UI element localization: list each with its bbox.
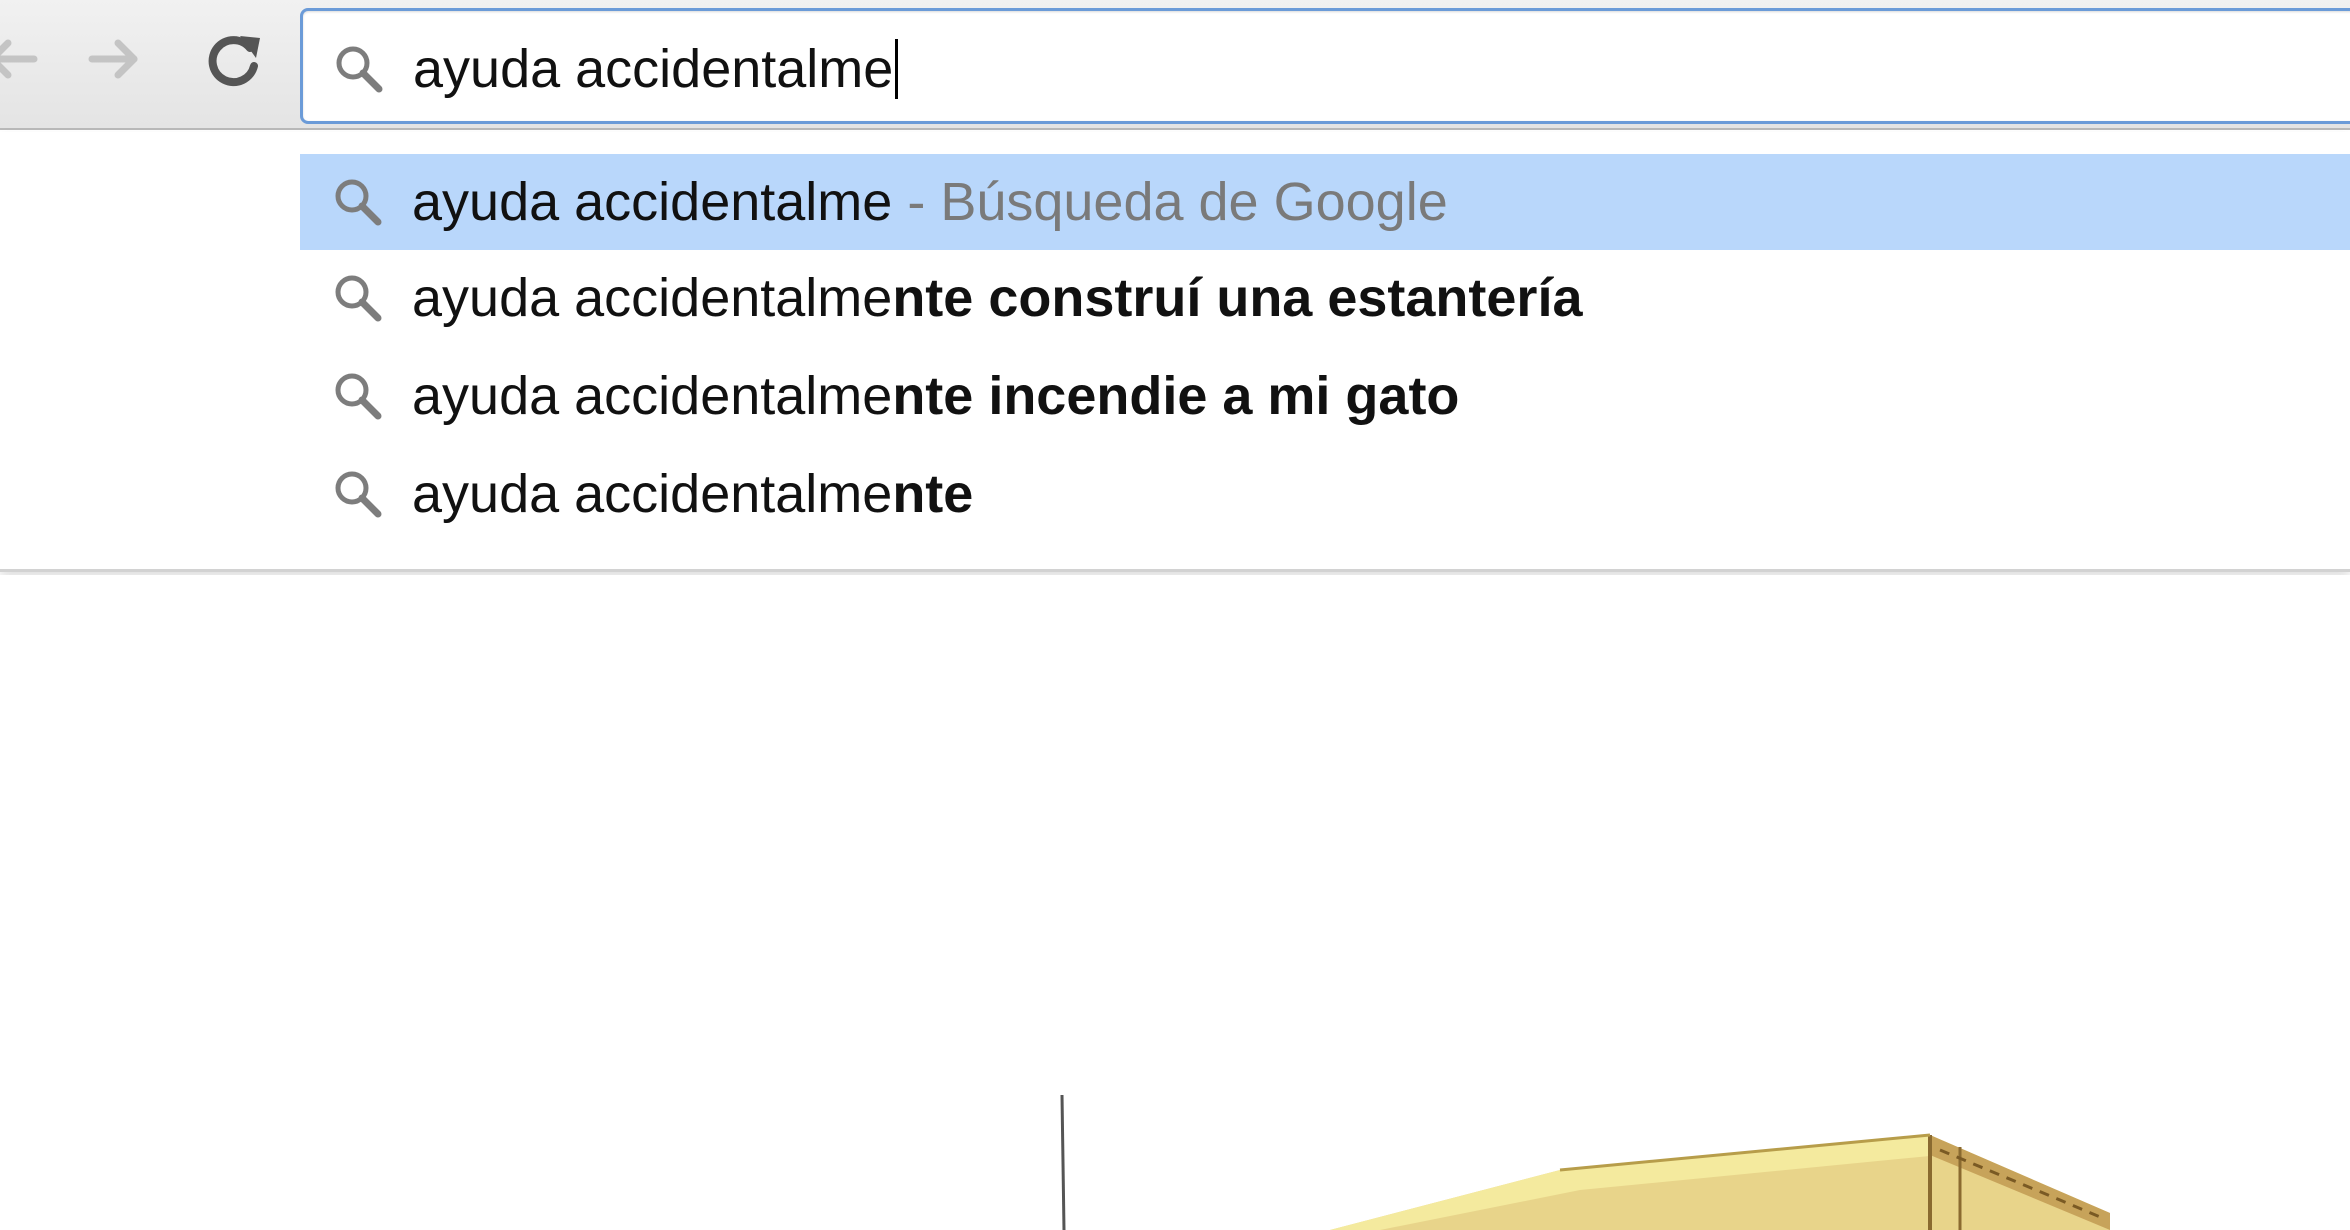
autocomplete-dropdown: ayuda accidentalme - Búsqueda de Google … (0, 132, 2350, 572)
browser-toolbar: ayuda accidentalme (0, 0, 2350, 130)
suggestion-text: ayuda accidentalmente incendie a mi gato (412, 362, 1459, 430)
suggestion-typed: ayuda accidentalme (412, 268, 893, 328)
suggestion-item[interactable]: ayuda accidentalmente (300, 446, 2350, 542)
search-icon (335, 471, 382, 518)
arrow-right-icon (88, 39, 138, 79)
browser-window: ayuda accidentalme ayuda accidentalme - … (0, 0, 2350, 1230)
suggestion-hint: - Búsqueda de Google (907, 172, 1448, 232)
search-icon (335, 179, 382, 226)
arrow-left-icon (0, 39, 38, 79)
bookshelf-illustration (1060, 1095, 2110, 1230)
search-icon (336, 46, 383, 93)
search-icon (335, 275, 382, 322)
suggestion-text: ayuda accidentalme - Búsqueda de Google (412, 168, 1448, 236)
reload-button[interactable] (198, 24, 268, 94)
page-content (0, 575, 2350, 1230)
address-bar[interactable]: ayuda accidentalme (300, 8, 2350, 124)
reload-icon (208, 36, 260, 87)
suggestion-item[interactable]: ayuda accidentalme - Búsqueda de Google (300, 154, 2350, 250)
suggestion-item[interactable]: ayuda accidentalmente incendie a mi gato (300, 348, 2350, 444)
suggestion-text: ayuda accidentalmente construí una estan… (412, 264, 1582, 332)
suggestion-completion: nte construí una estantería (892, 268, 1583, 328)
forward-button[interactable] (82, 24, 152, 94)
suggestion-completion: nte (892, 464, 974, 524)
suggestion-typed: ayuda accidentalme (412, 172, 893, 232)
back-button[interactable] (0, 24, 46, 94)
address-bar-value: ayuda accidentalme (413, 39, 894, 99)
suggestion-item[interactable]: ayuda accidentalmente construí una estan… (300, 250, 2350, 346)
suggestion-typed: ayuda accidentalme (412, 366, 893, 426)
search-icon (335, 373, 382, 420)
suggestion-completion: nte incendie a mi gato (892, 366, 1460, 426)
text-caret (895, 39, 899, 99)
address-bar-input[interactable]: ayuda accidentalme (413, 36, 899, 102)
suggestion-text: ayuda accidentalmente (412, 460, 973, 528)
suggestion-typed: ayuda accidentalme (412, 464, 893, 524)
